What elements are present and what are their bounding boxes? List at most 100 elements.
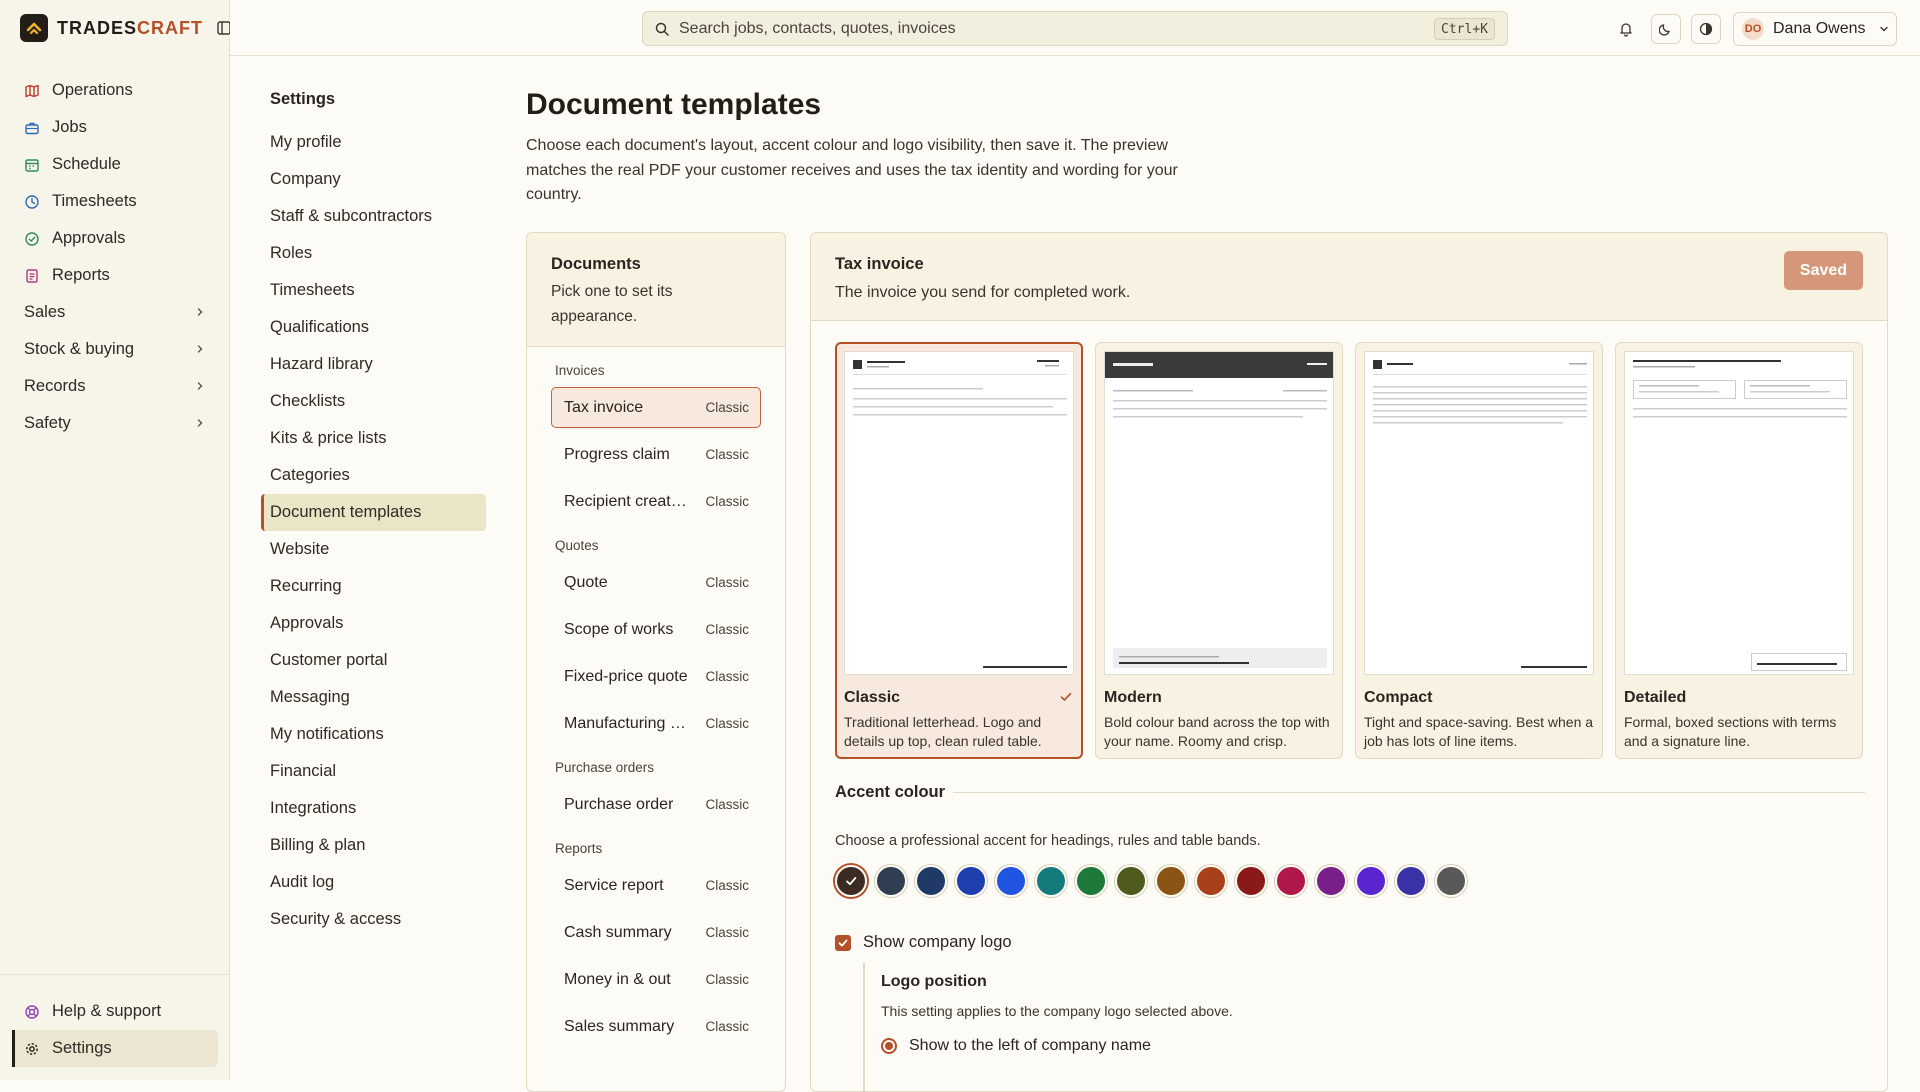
map-icon bbox=[24, 83, 40, 99]
nav-item-jobs[interactable]: Jobs bbox=[12, 109, 218, 146]
accent-swatch[interactable] bbox=[835, 865, 867, 897]
document-item[interactable]: Quote Classic bbox=[551, 562, 761, 603]
accent-swatch[interactable] bbox=[1235, 865, 1267, 897]
settings-item-billing-plan[interactable]: Billing & plan bbox=[261, 827, 486, 864]
accent-swatch[interactable] bbox=[875, 865, 907, 897]
check-icon bbox=[846, 877, 857, 886]
document-item[interactable]: Fixed-price quote Classic bbox=[551, 656, 761, 697]
settings-item-website[interactable]: Website bbox=[261, 531, 486, 568]
logo-left-label: Show to the left of company name bbox=[909, 1037, 1151, 1054]
nav-item-reports[interactable]: Reports bbox=[12, 257, 218, 294]
document-item[interactable]: Scope of works Classic bbox=[551, 609, 761, 650]
nav-item-label: Reports bbox=[52, 266, 110, 284]
accent-swatch[interactable] bbox=[1315, 865, 1347, 897]
accent-swatch[interactable] bbox=[1115, 865, 1147, 897]
logo-position-option[interactable]: Show to the left of company name bbox=[881, 1037, 1233, 1055]
search-box[interactable]: Ctrl+K bbox=[642, 11, 1508, 46]
template-card-detailed[interactable]: Detailed Formal, boxed sections with term… bbox=[1615, 342, 1863, 759]
accent-swatch[interactable] bbox=[1155, 865, 1187, 897]
nav-item-operations[interactable]: Operations bbox=[12, 72, 218, 109]
settings-item-financial[interactable]: Financial bbox=[261, 753, 486, 790]
accent-swatch[interactable] bbox=[955, 865, 987, 897]
accent-swatch[interactable] bbox=[995, 865, 1027, 897]
accent-swatch[interactable] bbox=[1075, 865, 1107, 897]
document-template: Classic bbox=[705, 797, 749, 812]
settings-item-integrations[interactable]: Integrations bbox=[261, 790, 486, 827]
document-item[interactable]: Recipient created tax invoice Classic bbox=[551, 481, 761, 522]
document-item[interactable]: Sales summary Classic bbox=[551, 1006, 761, 1047]
accent-swatch[interactable] bbox=[1355, 865, 1387, 897]
document-item[interactable]: Service report Classic bbox=[551, 865, 761, 906]
settings-item-timesheets[interactable]: Timesheets bbox=[261, 272, 486, 309]
settings-item-security-access[interactable]: Security & access bbox=[261, 901, 486, 938]
template-card-compact[interactable]: Compact Tight and space-saving. Best when… bbox=[1355, 342, 1603, 759]
editor-header: Tax invoice The invoice you send for com… bbox=[811, 233, 1887, 321]
nav-item-help-support[interactable]: Help & support bbox=[12, 993, 218, 1030]
nav-group-stock-buying[interactable]: Stock & buying bbox=[12, 331, 218, 368]
nav-item-label: Schedule bbox=[52, 155, 121, 173]
logo-left-radio[interactable] bbox=[881, 1038, 897, 1054]
settings-item-hazard-library[interactable]: Hazard library bbox=[261, 346, 486, 383]
template-options: Classic Traditional letterhead. Logo and … bbox=[835, 342, 1863, 759]
doc-group-label: Quotes bbox=[555, 538, 599, 553]
nav-group-label: Stock & buying bbox=[24, 340, 135, 358]
check-circle-icon bbox=[24, 231, 40, 247]
nav-item-approvals[interactable]: Approvals bbox=[12, 220, 218, 257]
settings-item-my-notifications[interactable]: My notifications bbox=[261, 716, 486, 753]
nav-item-schedule[interactable]: Schedule bbox=[12, 146, 218, 183]
accent-swatch[interactable] bbox=[915, 865, 947, 897]
settings-item-categories[interactable]: Categories bbox=[261, 457, 486, 494]
settings-item-customer-portal[interactable]: Customer portal bbox=[261, 642, 486, 679]
nav-group-sales[interactable]: Sales bbox=[12, 294, 218, 331]
settings-item-recurring[interactable]: Recurring bbox=[261, 568, 486, 605]
accent-swatch[interactable] bbox=[1435, 865, 1467, 897]
document-item[interactable]: Progress claim Classic bbox=[551, 434, 761, 475]
brand[interactable]: TRADESCRAFT bbox=[20, 13, 233, 43]
document-name: Quote bbox=[564, 573, 608, 591]
nav-group-safety[interactable]: Safety bbox=[12, 405, 218, 442]
document-item[interactable]: Cash summary Classic bbox=[551, 912, 761, 953]
document-item[interactable]: Purchase order Classic bbox=[551, 784, 761, 825]
accent-swatch[interactable] bbox=[1275, 865, 1307, 897]
save-button[interactable]: Saved bbox=[1784, 251, 1863, 290]
document-item[interactable]: Tax invoice Classic bbox=[551, 387, 761, 428]
settings-item-my-profile[interactable]: My profile bbox=[261, 124, 486, 161]
chevron-right-icon bbox=[194, 416, 206, 432]
document-name: Purchase order bbox=[564, 795, 674, 813]
user-menu[interactable]: DO Dana Owens bbox=[1733, 12, 1897, 46]
settings-item-document-templates[interactable]: Document templates bbox=[261, 494, 486, 531]
nav-item-label: Jobs bbox=[52, 118, 87, 136]
settings-item-messaging[interactable]: Messaging bbox=[261, 679, 486, 716]
editor-subtitle: The invoice you send for completed work. bbox=[835, 284, 1131, 301]
accent-swatch[interactable] bbox=[1035, 865, 1067, 897]
settings-item-roles[interactable]: Roles bbox=[261, 235, 486, 272]
show-logo-checkbox[interactable] bbox=[835, 934, 851, 951]
nav-group-records[interactable]: Records bbox=[12, 368, 218, 405]
settings-item-qualifications[interactable]: Qualifications bbox=[261, 309, 486, 346]
document-name: Recipient created tax invoice bbox=[564, 492, 694, 510]
template-card-classic[interactable]: Classic Traditional letterhead. Logo and … bbox=[835, 342, 1083, 759]
nav-item-label: Operations bbox=[52, 81, 133, 99]
document-template: Classic bbox=[705, 575, 749, 590]
notifications-button[interactable] bbox=[1611, 14, 1641, 44]
settings-item-audit-log[interactable]: Audit log bbox=[261, 864, 486, 901]
page-title: Document templates bbox=[526, 88, 822, 121]
accent-swatch[interactable] bbox=[1195, 865, 1227, 897]
settings-item-staff-subcontractors[interactable]: Staff & subcontractors bbox=[261, 198, 486, 235]
nav-item-settings[interactable]: Settings bbox=[12, 1030, 218, 1067]
show-logo-row[interactable]: Show company logo bbox=[835, 933, 1012, 952]
document-name: Manufacturing quote bbox=[564, 714, 694, 732]
search-icon bbox=[655, 22, 669, 36]
document-item[interactable]: Manufacturing quote Classic bbox=[551, 703, 761, 744]
nav-item-timesheets[interactable]: Timesheets bbox=[12, 183, 218, 220]
settings-item-approvals[interactable]: Approvals bbox=[261, 605, 486, 642]
accent-swatch[interactable] bbox=[1395, 865, 1427, 897]
contrast-button[interactable] bbox=[1691, 14, 1721, 44]
settings-item-company[interactable]: Company bbox=[261, 161, 486, 198]
search-input[interactable] bbox=[679, 19, 1379, 38]
settings-item-checklists[interactable]: Checklists bbox=[261, 383, 486, 420]
dark-mode-button[interactable] bbox=[1651, 14, 1681, 44]
document-item[interactable]: Money in & out Classic bbox=[551, 959, 761, 1000]
settings-item-kits-price-lists[interactable]: Kits & price lists bbox=[261, 420, 486, 457]
template-card-modern[interactable]: Modern Bold colour band across the top wi… bbox=[1095, 342, 1343, 759]
